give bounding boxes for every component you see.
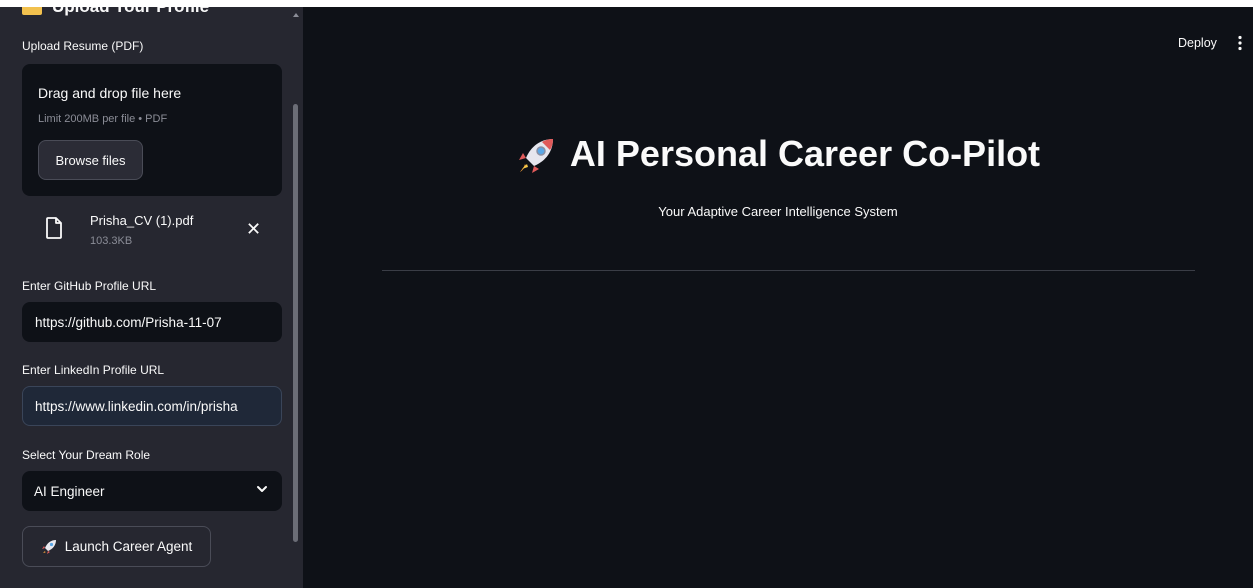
upload-label: Upload Resume (PDF) <box>22 39 144 53</box>
github-input[interactable]: https://github.com/Prisha-11-07 <box>22 302 282 342</box>
chevron-down-icon <box>257 486 267 492</box>
file-dropzone[interactable]: Drag and drop file here Limit 200MB per … <box>22 64 282 196</box>
sidebar-scrollbar[interactable] <box>290 7 300 588</box>
deploy-button[interactable]: Deploy <box>1178 36 1217 50</box>
role-label: Select Your Dream Role <box>22 448 151 462</box>
dream-role-value: AI Engineer <box>34 483 105 499</box>
more-options-icon[interactable] <box>1237 35 1243 51</box>
file-icon <box>46 217 62 239</box>
page-title: AI Personal Career Co-Pilot <box>303 133 1253 176</box>
sidebar-header-text: Upload Your Profile <box>52 7 209 16</box>
folder-icon <box>22 7 42 15</box>
divider <box>382 270 1195 271</box>
uploaded-file: Prisha_CV (1).pdf 103.3KB ✕ <box>22 207 282 257</box>
sidebar: Upload Your Profile Upload Resume (PDF) … <box>0 7 303 588</box>
launch-career-agent-button[interactable]: Launch Career Agent <box>22 526 211 567</box>
sidebar-header: Upload Your Profile <box>22 7 209 17</box>
browse-files-button[interactable]: Browse files <box>38 140 143 180</box>
dropzone-title: Drag and drop file here <box>38 85 182 101</box>
dropzone-limit: Limit 200MB per file • PDF <box>38 113 168 125</box>
scroll-thumb[interactable] <box>293 104 298 542</box>
file-name: Prisha_CV (1).pdf <box>90 213 194 228</box>
page-title-text: AI Personal Career Co-Pilot <box>569 133 1041 174</box>
dream-role-select[interactable]: AI Engineer <box>22 471 282 511</box>
linkedin-label: Enter LinkedIn Profile URL <box>22 363 165 377</box>
rocket-icon <box>518 139 553 174</box>
linkedin-input[interactable]: https://www.linkedin.com/in/prisha <box>22 386 282 426</box>
main-content: Deploy AI Personal Career Co-Pilot Your … <box>303 7 1253 588</box>
top-bar <box>0 0 1253 7</box>
github-label: Enter GitHub Profile URL <box>22 279 157 293</box>
page-subtitle: Your Adaptive Career Intelligence System <box>658 204 898 219</box>
rocket-icon <box>41 539 56 554</box>
file-size: 103.3KB <box>90 235 133 247</box>
scroll-up-icon[interactable] <box>293 13 299 17</box>
launch-label: Launch Career Agent <box>64 539 193 554</box>
close-icon[interactable]: ✕ <box>246 219 261 240</box>
